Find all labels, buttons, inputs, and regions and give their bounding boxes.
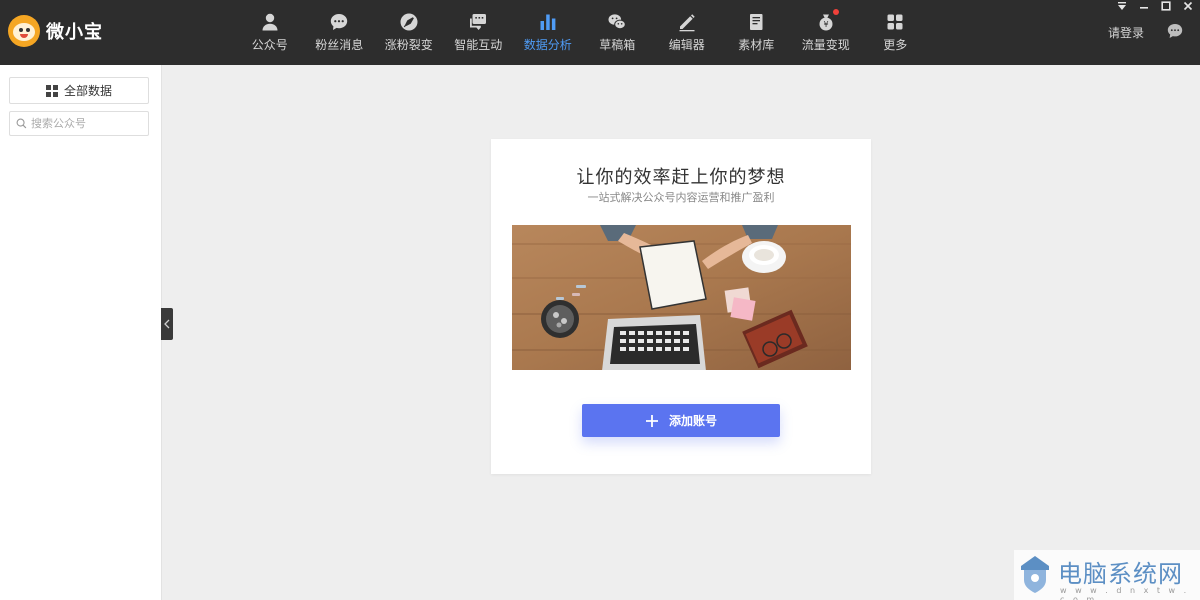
hero-image [512, 225, 851, 370]
add-account-button[interactable]: 添加账号 [582, 404, 780, 437]
nav-label: 智能互动 [454, 38, 503, 52]
top-bar: 微小宝 公众号 粉丝消息 涨粉裂变 智能互动 数据分析 草稿箱 编辑器 素材库 … [0, 0, 1200, 65]
plus-icon [645, 414, 658, 427]
card-title: 让你的效率赶上你的梦想 [576, 167, 786, 188]
chat-bubbles-icon [467, 11, 489, 33]
main-nav: 公众号 粉丝消息 涨粉裂变 智能互动 数据分析 草稿箱 编辑器 素材库 ¥ 流量… [235, 0, 930, 65]
sidebar: 全部数据 [0, 65, 162, 600]
sidebar-collapse-handle[interactable] [161, 308, 173, 340]
menu-dropdown-icon[interactable] [1116, 0, 1128, 12]
nav-item-smart-interaction[interactable]: 智能互动 [444, 0, 514, 65]
welcome-card: 让你的效率赶上你的梦想 一站式解决公众号内容运营和推广盈利 添加账号 [491, 139, 871, 474]
notification-badge [832, 9, 839, 15]
search-icon [16, 118, 27, 129]
card-subtitle: 一站式解决公众号内容运营和推广盈利 [587, 191, 775, 204]
grid-icon [45, 84, 58, 97]
nav-label: 更多 [883, 38, 908, 52]
nav-label: 流量变现 [801, 38, 850, 52]
money-bag-icon: ¥ [815, 9, 839, 33]
wechat-icon [606, 11, 628, 33]
nav-label: 粉丝消息 [315, 38, 364, 52]
nav-item-data-analysis[interactable]: 数据分析 [513, 0, 583, 65]
nav-label: 数据分析 [523, 38, 572, 52]
nav-item-fan-messages[interactable]: 粉丝消息 [305, 0, 375, 65]
all-data-label: 全部数据 [63, 84, 112, 98]
watermark-url: w w w . d n x t w . c o m [1060, 586, 1190, 600]
watermark: 电脑系统网 w w w . d n x t w . c o m [1014, 550, 1200, 600]
pencil-icon [676, 11, 698, 33]
bar-chart-icon [537, 11, 559, 33]
house-shield-logo [1021, 556, 1049, 593]
watermark-text: 电脑系统网 [1058, 560, 1183, 588]
nav-label: 涨粉裂变 [384, 38, 433, 52]
nav-label: 素材库 [738, 38, 775, 52]
login-link[interactable]: 请登录 [1108, 24, 1144, 41]
book-icon [745, 11, 767, 33]
nav-item-monetization[interactable]: ¥ 流量变现 [791, 0, 861, 65]
brand-logo [8, 15, 40, 47]
nav-label: 公众号 [251, 38, 288, 52]
brand: 微小宝 [8, 14, 103, 48]
minimize-icon[interactable] [1138, 0, 1150, 12]
search-input[interactable] [31, 117, 141, 130]
rocket-icon [398, 11, 420, 33]
search-box [9, 111, 149, 136]
message-icon [328, 11, 350, 33]
user-icon [259, 11, 281, 33]
app-name: 微小宝 [46, 22, 103, 43]
grid-icon [884, 11, 906, 33]
chat-icon[interactable] [1166, 22, 1184, 40]
nav-item-editor[interactable]: 编辑器 [652, 0, 722, 65]
nav-item-material-library[interactable]: 素材库 [722, 0, 792, 65]
nav-item-accounts[interactable]: 公众号 [235, 0, 305, 65]
chevron-left-icon [164, 319, 170, 329]
maximize-icon[interactable] [1160, 0, 1172, 12]
svg-text:¥: ¥ [823, 20, 828, 29]
add-account-label: 添加账号 [668, 414, 717, 428]
nav-item-fan-growth[interactable]: 涨粉裂变 [374, 0, 444, 65]
nav-label: 草稿箱 [599, 38, 636, 52]
nav-item-more[interactable]: 更多 [861, 0, 931, 65]
window-controls [1116, 0, 1194, 12]
close-icon[interactable] [1182, 0, 1194, 12]
nav-item-drafts[interactable]: 草稿箱 [583, 0, 653, 65]
nav-label: 编辑器 [668, 38, 705, 52]
all-data-button[interactable]: 全部数据 [9, 77, 149, 104]
